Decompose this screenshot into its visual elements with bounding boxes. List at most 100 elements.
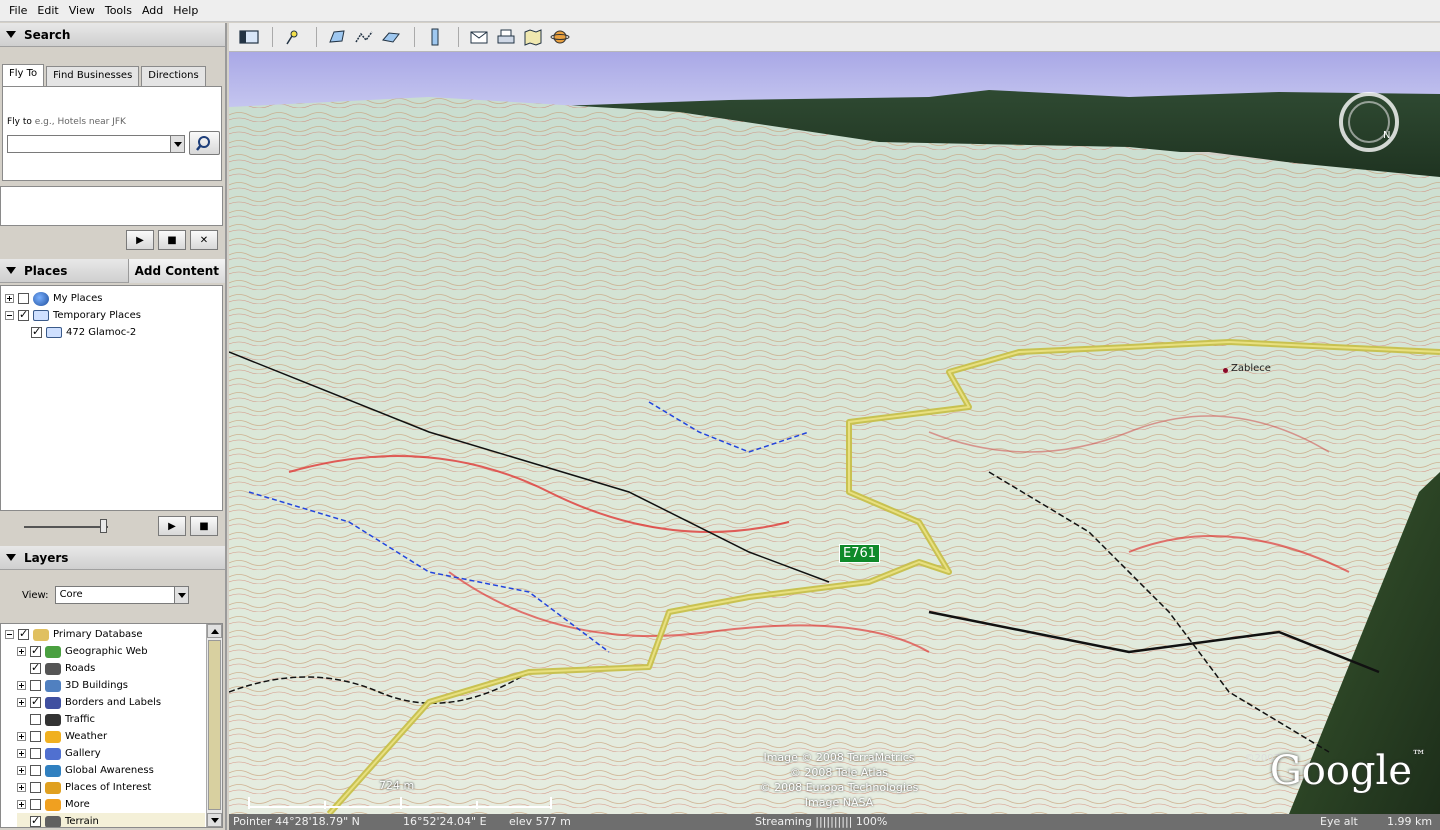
layer-checkbox[interactable] <box>30 661 41 674</box>
add-placemark-button[interactable] <box>281 26 305 48</box>
layer-checkbox[interactable] <box>30 748 41 759</box>
expand-icon[interactable] <box>17 800 26 809</box>
layer-row[interactable]: More <box>17 796 205 813</box>
expand-icon[interactable] <box>17 766 26 775</box>
layer-checkbox[interactable] <box>30 765 41 776</box>
layer-row[interactable]: Traffic <box>17 711 205 728</box>
expand-icon[interactable] <box>17 732 26 741</box>
layer-row[interactable]: Gallery <box>17 745 205 762</box>
tour-slider-thumb[interactable] <box>100 519 107 533</box>
tree-item-temporary-places[interactable]: Temporary Places <box>5 307 141 324</box>
pointer-longitude: 16°52'24.04" E <box>403 815 487 828</box>
toolbar-separator <box>272 27 273 47</box>
email-button[interactable] <box>467 26 491 48</box>
layer-checkbox[interactable] <box>30 814 41 827</box>
menu-add[interactable]: Add <box>137 4 168 17</box>
stop-button[interactable]: ■ <box>158 230 186 250</box>
menu-file[interactable]: File <box>4 4 32 17</box>
status-bar: Pointer 44°28'18.79" N 16°52'24.04" E el… <box>229 814 1440 830</box>
places-panel-header[interactable]: Places Add Content <box>0 259 225 283</box>
chevron-down-icon[interactable] <box>173 587 188 603</box>
expand-icon[interactable] <box>17 698 26 707</box>
fly-to-dropdown-button[interactable] <box>170 136 184 152</box>
layer-checkbox[interactable] <box>30 731 41 742</box>
layer-checkbox[interactable] <box>30 644 41 657</box>
add-path-button[interactable] <box>352 26 376 48</box>
streaming-status: Streaming |||||||||| 100% <box>755 815 888 828</box>
folder-open-icon <box>33 310 49 321</box>
collapse-triangle-icon[interactable] <box>6 554 16 561</box>
tour-slider-track[interactable] <box>24 526 108 528</box>
layer-row[interactable]: 3D Buildings <box>17 677 205 694</box>
layers-scrollbar[interactable] <box>206 624 222 827</box>
tab-find-businesses[interactable]: Find Businesses <box>46 66 140 86</box>
tab-fly-to[interactable]: Fly To <box>2 64 45 86</box>
menu-help[interactable]: Help <box>168 4 203 17</box>
layer-row[interactable]: Geographic Web <box>17 643 205 660</box>
search-panel-header[interactable]: Search <box>0 23 225 47</box>
fly-to-input[interactable] <box>7 135 185 153</box>
print-button[interactable] <box>494 26 518 48</box>
layer-row[interactable]: Borders and Labels <box>17 694 205 711</box>
expand-icon[interactable] <box>17 647 26 656</box>
view-select[interactable]: Core <box>54 586 189 604</box>
add-content-button[interactable]: Add Content <box>127 259 225 283</box>
view-label: View: <box>22 589 49 601</box>
traffic-light-icon <box>45 713 61 726</box>
layer-row[interactable]: Weather <box>17 728 205 745</box>
tab-directions[interactable]: Directions <box>141 66 206 86</box>
layer-row[interactable]: Places of Interest <box>17 779 205 796</box>
scroll-down-button[interactable] <box>207 813 222 827</box>
checkbox[interactable] <box>31 325 42 338</box>
collapse-triangle-icon[interactable] <box>6 31 16 38</box>
layer-checkbox[interactable] <box>30 782 41 793</box>
tree-item-glamoc[interactable]: 472 Glamoc-2 <box>31 324 136 341</box>
layer-checkbox[interactable] <box>30 799 41 810</box>
collapse-icon[interactable] <box>5 630 14 639</box>
layer-checkbox[interactable] <box>30 680 41 691</box>
checkbox[interactable] <box>18 293 29 304</box>
view-select-value: Core <box>59 589 83 600</box>
search-button[interactable] <box>189 131 220 155</box>
layer-row[interactable]: Primary Database <box>5 626 205 643</box>
menu-view[interactable]: View <box>64 4 100 17</box>
tree-item-my-places[interactable]: My Places <box>5 290 103 307</box>
layer-checkbox[interactable] <box>18 627 29 640</box>
clear-results-button[interactable]: ✕ <box>190 230 218 250</box>
search-results-list[interactable] <box>0 186 223 226</box>
toggle-sidebar-button[interactable] <box>237 26 261 48</box>
credit-line: © 2008 Europa Technologies <box>759 781 919 794</box>
envelope-icon <box>470 31 488 44</box>
menu-edit[interactable]: Edit <box>32 4 63 17</box>
add-image-overlay-button[interactable] <box>379 26 403 48</box>
collapse-triangle-icon[interactable] <box>6 267 16 274</box>
map-viewport[interactable]: N E761 Zablece Image © 2008 TerraMetrics… <box>229 52 1440 814</box>
switch-to-sky-button[interactable] <box>548 26 572 48</box>
ruler-button[interactable] <box>423 26 447 48</box>
view-in-maps-button[interactable] <box>521 26 545 48</box>
layers-panel-header[interactable]: Layers <box>0 546 225 570</box>
expand-icon[interactable] <box>5 294 14 303</box>
checkbox[interactable] <box>18 308 29 321</box>
layer-row[interactable]: Global Awareness <box>17 762 205 779</box>
layer-checkbox[interactable] <box>30 695 41 708</box>
layer-row[interactable]: Roads <box>17 660 205 677</box>
add-polygon-button[interactable] <box>325 26 349 48</box>
layer-label: Traffic <box>65 714 96 725</box>
place-marker-icon[interactable] <box>1223 368 1228 373</box>
play-button[interactable]: ▶ <box>158 516 186 536</box>
road-shield-label[interactable]: E761 <box>839 544 881 563</box>
expand-icon[interactable] <box>17 749 26 758</box>
layer-checkbox[interactable] <box>30 714 41 725</box>
menu-tools[interactable]: Tools <box>100 4 137 17</box>
layer-row[interactable]: Terrain <box>17 813 205 827</box>
scrollbar-thumb[interactable] <box>208 640 221 810</box>
collapse-icon[interactable] <box>5 311 14 320</box>
expand-icon[interactable] <box>17 681 26 690</box>
scroll-up-button[interactable] <box>207 624 222 638</box>
expand-icon[interactable] <box>17 783 26 792</box>
stop-button[interactable]: ■ <box>190 516 218 536</box>
play-tour-button[interactable]: ▶ <box>126 230 154 250</box>
town-label[interactable]: Zablece <box>1231 363 1271 374</box>
google-earth-window: File Edit View Tools Add Help Search Fly… <box>0 0 1440 830</box>
